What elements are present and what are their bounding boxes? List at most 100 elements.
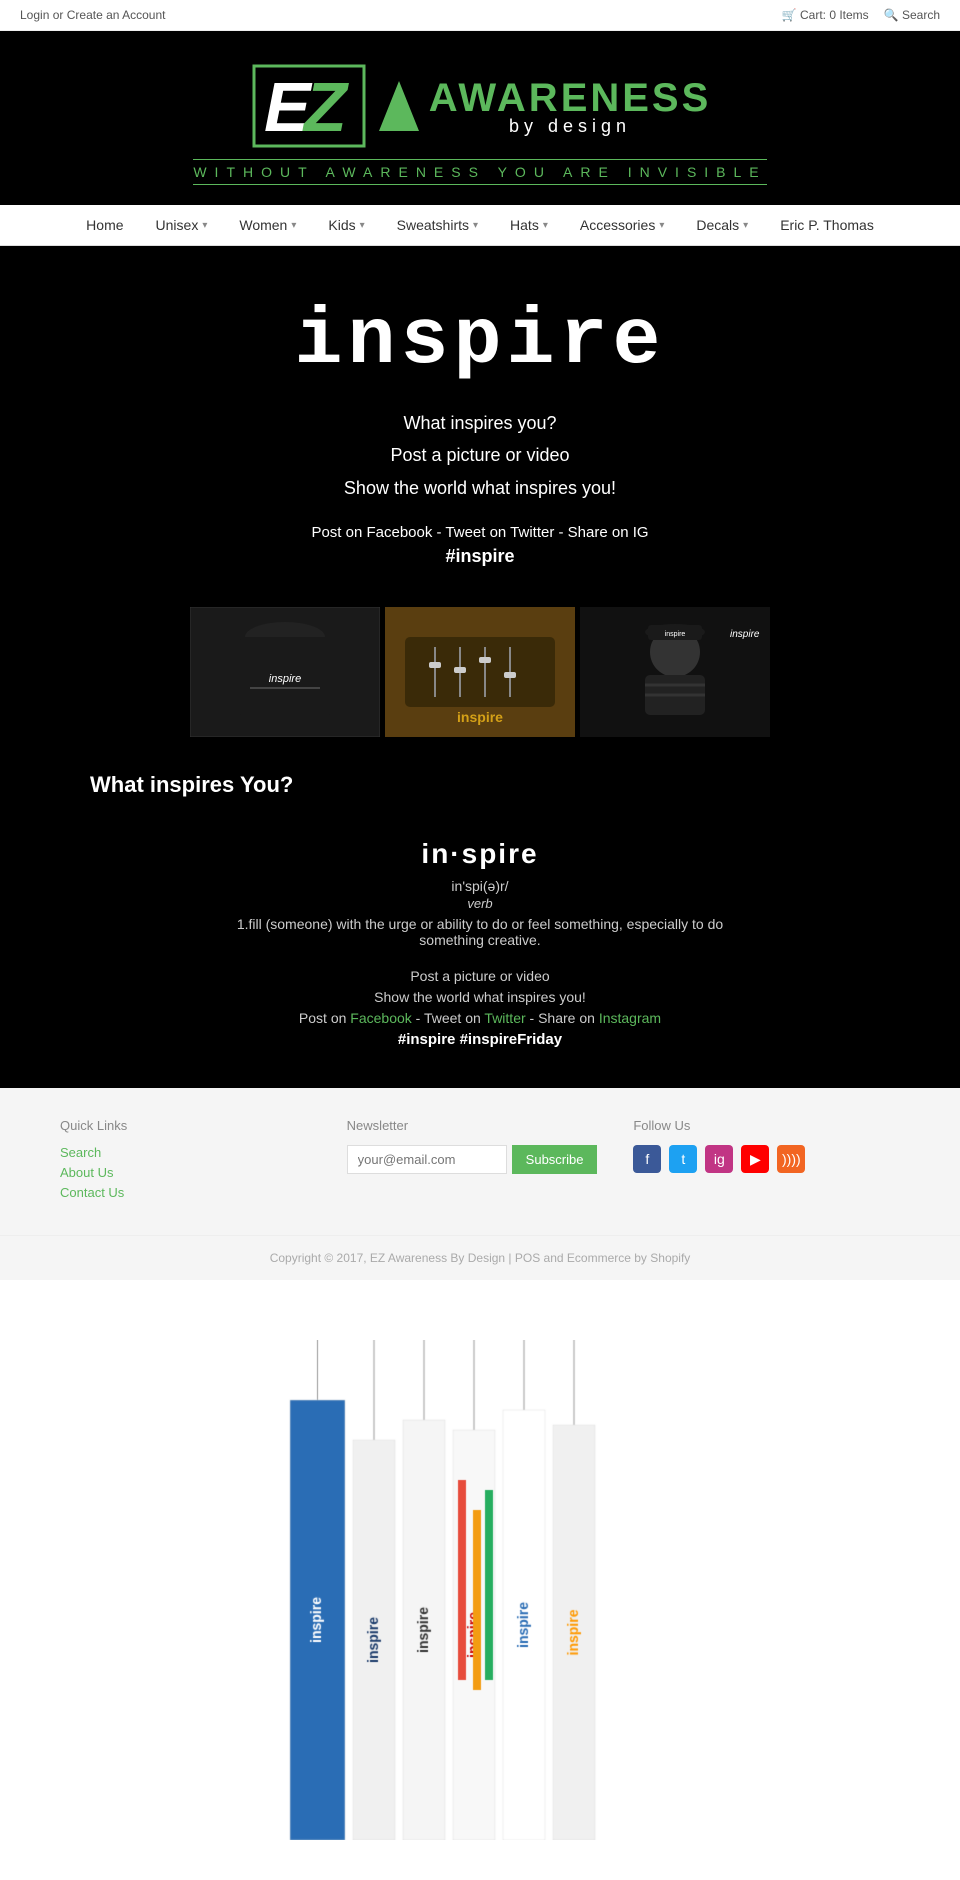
logo-arrow-svg [379, 81, 419, 131]
gallery-section: inspire inspire [0, 607, 960, 757]
footer: Quick Links Search About Us Contact Us N… [0, 1088, 960, 1235]
footer-about-link[interactable]: About Us [60, 1165, 327, 1180]
subscribe-button[interactable]: Subscribe [512, 1145, 598, 1174]
hero-section: inspire What inspires you? Post a pictur… [0, 246, 960, 607]
hero-title: inspire [20, 296, 940, 387]
instagram-link[interactable]: Instagram [599, 1010, 661, 1026]
nav-item-hats[interactable]: Hats ▾ [494, 205, 564, 245]
nav-item-eric-thomas[interactable]: Eric P. Thomas [764, 205, 890, 245]
nav-label-unisex: Unisex [156, 217, 199, 233]
gallery-img-1-svg: inspire [190, 607, 380, 737]
nav-item-unisex[interactable]: Unisex ▾ [140, 205, 224, 245]
definition-description: 1.fill (someone) with the urge or abilit… [230, 916, 730, 948]
awareness-text-block: AWARENESS by design [429, 76, 712, 137]
create-account-link[interactable]: Create an Account [67, 8, 166, 22]
chevron-down-icon: ▾ [473, 220, 478, 231]
svg-text:inspire: inspire [269, 673, 301, 685]
footer-quick-links: Quick Links Search About Us Contact Us [60, 1118, 327, 1205]
chevron-down-icon: ▾ [543, 220, 548, 231]
fb-link[interactable]: Facebook [350, 1010, 411, 1026]
banner-canvas [280, 1340, 680, 1840]
gallery-image-1: inspire [190, 607, 380, 737]
what-inspires-heading: What inspires You? [0, 757, 960, 808]
newsletter-form: Subscribe [347, 1145, 614, 1174]
chevron-down-icon: ▾ [743, 220, 748, 231]
footer-follow: Follow Us f t ig ▶ )))) [633, 1118, 900, 1173]
facebook-icon[interactable]: f [633, 1145, 661, 1173]
newsletter-heading: Newsletter [347, 1118, 614, 1133]
youtube-icon[interactable]: ▶ [741, 1145, 769, 1173]
hero-line2: Post a picture or video [390, 445, 569, 465]
nav-item-women[interactable]: Women ▾ [223, 205, 312, 245]
hero-social-line: Post on Facebook - Tweet on Twitter - Sh… [20, 524, 940, 541]
cart-link[interactable]: 🛒 Cart: 0 Items [782, 8, 869, 22]
footer-search-link[interactable]: Search [60, 1145, 327, 1160]
logo-container: E Z AWARENESS by design WITHOUT AWARENES… [173, 51, 786, 195]
chevron-down-icon: ▾ [291, 220, 296, 231]
nav-label-hats: Hats [510, 217, 539, 233]
definition-title: in·spire [20, 838, 940, 870]
instagram-icon[interactable]: ig [705, 1145, 733, 1173]
svg-text:inspire: inspire [730, 629, 760, 640]
chevron-down-icon: ▾ [360, 220, 365, 231]
search-link[interactable]: 🔍 Search [884, 8, 940, 22]
nav-item-decals[interactable]: Decals ▾ [680, 205, 764, 245]
chevron-down-icon: ▾ [202, 220, 207, 231]
top-bar-right: 🛒 Cart: 0 Items 🔍 Search [782, 8, 940, 22]
nav-item-accessories[interactable]: Accessories ▾ [564, 205, 681, 245]
hero-subtitle: What inspires you? Post a picture or vid… [20, 407, 940, 504]
banner-section [0, 1280, 960, 1880]
copyright-text: Copyright © 2017, EZ Awareness By Design… [270, 1251, 691, 1265]
twitter-link[interactable]: Twitter [484, 1010, 525, 1026]
rss-icon[interactable]: )))) [777, 1145, 805, 1173]
hero-line1: What inspires you? [403, 413, 556, 433]
nav-label-decals: Decals [696, 217, 739, 233]
gallery-image-2: inspire [385, 607, 575, 737]
header: E Z AWARENESS by design WITHOUT AWARENES… [0, 31, 960, 205]
twitter-icon[interactable]: t [669, 1145, 697, 1173]
logo-area: E Z AWARENESS by design [193, 61, 766, 151]
nav-item-kids[interactable]: Kids ▾ [312, 205, 380, 245]
nav-label-women: Women [239, 217, 287, 233]
nav-item-sweatshirts[interactable]: Sweatshirts ▾ [381, 205, 494, 245]
definition-title-text: in·spire [421, 838, 538, 869]
gallery-image-3: inspire inspire [580, 607, 770, 737]
top-bar-left: Login or Create an Account [20, 8, 165, 22]
footer-newsletter: Newsletter Subscribe [347, 1118, 614, 1174]
definition-section: in·spire in'spi(ə)r/ verb 1.fill (someon… [0, 808, 960, 1088]
nav-label-kids: Kids [328, 217, 355, 233]
svg-text:inspire: inspire [665, 631, 686, 638]
definition-pronunciation: in'spi(ə)r/ [20, 878, 940, 894]
definition-social-line: Post on Facebook - Tweet on Twitter - Sh… [20, 1010, 940, 1026]
social-icons-row: f t ig ▶ )))) [633, 1145, 900, 1173]
nav-label-sweatshirts: Sweatshirts [397, 217, 469, 233]
top-bar: Login or Create an Account 🛒 Cart: 0 Ite… [0, 0, 960, 31]
search-label: Search [902, 8, 940, 22]
svg-text:Z: Z [302, 68, 349, 146]
definition-show-line: Show the world what inspires you! [20, 989, 940, 1005]
login-link[interactable]: Login [20, 8, 49, 22]
nav-item-home[interactable]: Home [70, 205, 139, 245]
ez-logo-svg: E Z [249, 61, 369, 151]
top-bar-or: or [53, 8, 64, 22]
quick-links-heading: Quick Links [60, 1118, 327, 1133]
hero-hashtag: #inspire [20, 546, 940, 567]
gallery-img-2-svg: inspire [385, 607, 575, 737]
search-icon: 🔍 [884, 8, 899, 22]
footer-contact-link[interactable]: Contact Us [60, 1185, 327, 1200]
nav-label-eric-thomas: Eric P. Thomas [780, 217, 874, 233]
definition-hashtag: #inspire #inspireFriday [20, 1031, 940, 1048]
logo-tagline: WITHOUT AWARENESS YOU ARE INVISIBLE [193, 159, 766, 185]
awareness-text: AWARENESS [429, 76, 712, 121]
svg-text:inspire: inspire [457, 709, 503, 725]
newsletter-email-input[interactable] [347, 1145, 507, 1174]
main-nav: Home Unisex ▾ Women ▾ Kids ▾ Sweatshirts… [0, 205, 960, 246]
definition-part-of-speech: verb [20, 896, 940, 911]
nav-label-home: Home [86, 217, 123, 233]
nav-label-accessories: Accessories [580, 217, 655, 233]
follow-heading: Follow Us [633, 1118, 900, 1133]
gallery-img-3-svg: inspire inspire [580, 607, 770, 737]
cart-icon: 🛒 [782, 8, 797, 22]
chevron-down-icon: ▾ [659, 220, 664, 231]
copyright: Copyright © 2017, EZ Awareness By Design… [0, 1235, 960, 1280]
